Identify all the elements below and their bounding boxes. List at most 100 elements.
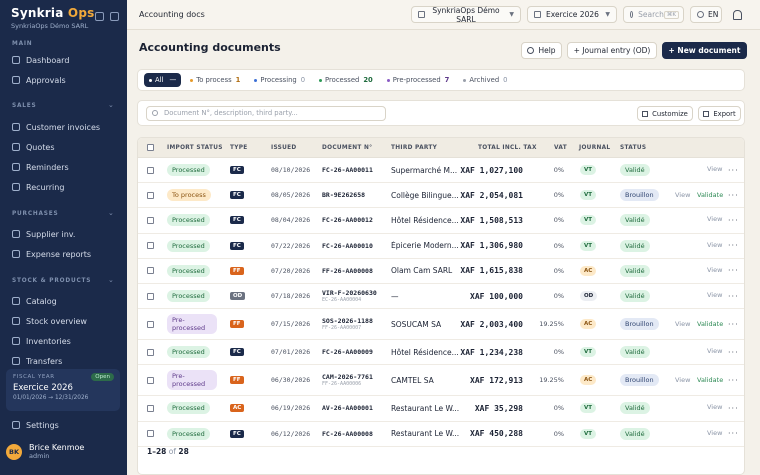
sidebar-section-label[interactable]: SALES	[12, 103, 37, 109]
col-document[interactable]: DOCUMENT N°	[322, 145, 372, 151]
col-issued[interactable]: ISSUED	[271, 145, 297, 151]
more-actions-icon[interactable]: ···	[728, 266, 739, 275]
document-number-cell[interactable]: FC-26-AA00012	[322, 216, 373, 224]
document-number[interactable]: SOS-2026-1188	[322, 317, 373, 325]
more-actions-icon[interactable]: ···	[728, 166, 739, 175]
sidebar-item-recurring[interactable]: Recurring	[0, 178, 127, 196]
tab-processing[interactable]: Processing 0	[249, 73, 310, 87]
more-actions-icon[interactable]: ···	[728, 320, 739, 329]
table-row[interactable]: Processed OD 07/18/2026 VIR-F-20260630 EC-26…	[138, 284, 744, 310]
more-actions-icon[interactable]: ···	[728, 191, 739, 200]
table-row[interactable]: Processed AC 06/19/2026 AV-26-AA00001 Restau…	[138, 396, 744, 422]
sidebar-item-transfers[interactable]: Transfers	[0, 352, 127, 370]
chevron-down-icon[interactable]: ⌄	[108, 276, 114, 284]
table-row[interactable]: Pre-processed FF 07/15/2026 SOS-2026-1188 FF…	[138, 309, 744, 341]
col-vat[interactable]: VAT	[554, 145, 567, 151]
sidebar-item-quotes[interactable]: Quotes	[0, 138, 127, 156]
document-number-cell[interactable]: FC-26-AA00008	[322, 430, 373, 438]
view-link[interactable]: View	[675, 376, 690, 384]
row-checkbox[interactable]	[147, 166, 154, 174]
sidebar-item-reminders[interactable]: Reminders	[0, 158, 127, 176]
more-actions-icon[interactable]: ···	[728, 348, 739, 357]
sidebar-item-customer-invoices[interactable]: Customer invoices	[0, 118, 127, 136]
brand[interactable]: Synkria Ops SynkriaOps Démo SARL	[11, 6, 94, 30]
table-row[interactable]: Processed FC 06/12/2026 FC-26-AA00008 Restau…	[138, 422, 744, 447]
document-number[interactable]: FC-26-AA00010	[322, 242, 373, 250]
document-number[interactable]: FC-26-AA00008	[322, 430, 373, 438]
view-link[interactable]: View	[707, 266, 722, 274]
document-number[interactable]: CAM-2026-7761	[322, 373, 373, 381]
document-number-cell[interactable]: SOS-2026-1188 FF-26-AA00007	[322, 317, 373, 331]
row-checkbox[interactable]	[147, 216, 154, 224]
row-checkbox[interactable]	[147, 242, 154, 250]
sidebar-section-label[interactable]: STOCK & PRODUCTS	[12, 278, 91, 284]
view-link[interactable]: View	[707, 429, 722, 437]
document-number-cell[interactable]: CAM-2026-7761 FF-26-AA00006	[322, 373, 373, 387]
view-link[interactable]: View	[707, 403, 722, 411]
tab-to-process[interactable]: To process 1	[185, 73, 245, 87]
table-row[interactable]: To process FC 08/05/2026 BR-9E262658 Collège…	[138, 183, 744, 209]
global-search[interactable]: Search ⌘K	[623, 6, 684, 23]
fiscal-year-selector[interactable]: Exercice 2026 ▼	[527, 6, 617, 23]
col-import-status[interactable]: IMPORT STATUS	[167, 145, 223, 151]
col-status[interactable]: STATUS	[620, 145, 646, 151]
document-number-cell[interactable]: FC-26-AA00009	[322, 348, 373, 356]
view-link[interactable]: View	[707, 241, 722, 249]
sidebar-item-stock-overview[interactable]: Stock overview	[0, 312, 127, 330]
col-total[interactable]: TOTAL INCL. TAX	[478, 145, 537, 151]
new-document-button[interactable]: + New document	[662, 42, 747, 59]
sidebar-item-expense-reports[interactable]: Expense reports	[0, 245, 127, 263]
validate-link[interactable]: Validate	[697, 376, 723, 384]
journal-entry-button[interactable]: + Journal entry (OD)	[567, 42, 657, 59]
document-number[interactable]: FC-26-AA00012	[322, 216, 373, 224]
tab-archived[interactable]: Archived 0	[458, 73, 512, 87]
row-checkbox[interactable]	[147, 404, 154, 412]
document-number-cell[interactable]: VIR-F-20260630 EC-26-AA00004	[322, 289, 377, 303]
view-link[interactable]: View	[707, 165, 722, 173]
sidebar-item-approvals[interactable]: Approvals	[0, 71, 127, 89]
sidebar-item-inventories[interactable]: Inventories	[0, 332, 127, 350]
row-checkbox[interactable]	[147, 348, 154, 356]
row-checkbox[interactable]	[147, 267, 154, 275]
sidebar-item-supplier-inv[interactable]: Supplier inv.	[0, 225, 127, 243]
table-row[interactable]: Processed FC 07/22/2026 FC-26-AA00010 Épicer…	[138, 234, 744, 259]
chevron-down-icon[interactable]: ⌄	[108, 101, 114, 109]
select-all-checkbox[interactable]	[147, 144, 154, 151]
customize-button[interactable]: Customize	[637, 106, 693, 121]
document-number[interactable]: AV-26-AA00001	[322, 404, 373, 412]
more-actions-icon[interactable]: ···	[728, 429, 739, 438]
document-number[interactable]: FF-26-AA00008	[322, 267, 373, 275]
document-number[interactable]: FC-26-AA00011	[322, 166, 373, 174]
more-actions-icon[interactable]: ···	[728, 404, 739, 413]
row-checkbox[interactable]	[147, 191, 154, 199]
document-number-cell[interactable]: FC-26-AA00011	[322, 166, 373, 174]
view-link[interactable]: View	[675, 320, 690, 328]
export-button[interactable]: Export	[698, 106, 741, 121]
language-selector[interactable]: EN	[690, 6, 722, 23]
row-checkbox[interactable]	[147, 320, 154, 328]
document-number-cell[interactable]: BR-9E262658	[322, 191, 365, 199]
col-journal[interactable]: JOURNAL	[579, 145, 610, 151]
document-number[interactable]: FC-26-AA00009	[322, 348, 373, 356]
more-actions-icon[interactable]: ···	[728, 292, 739, 301]
bell-icon[interactable]	[733, 10, 742, 20]
document-number[interactable]: BR-9E262658	[322, 191, 365, 199]
sidebar-item-settings[interactable]: Settings	[0, 416, 127, 434]
tab-all[interactable]: All —	[144, 73, 182, 87]
table-row[interactable]: Pre-processed FF 06/30/2026 CAM-2026-7761 FF…	[138, 365, 744, 397]
sidebar-section-label[interactable]: PURCHASES	[12, 211, 59, 217]
more-actions-icon[interactable]: ···	[728, 376, 739, 385]
table-row[interactable]: Processed FC 08/10/2026 FC-26-AA00011 Superm…	[138, 158, 744, 184]
document-number[interactable]: VIR-F-20260630	[322, 289, 377, 297]
sidebar-item-catalog[interactable]: Catalog	[0, 292, 127, 310]
history-icon[interactable]	[95, 12, 104, 21]
chevron-down-icon[interactable]: ⌄	[108, 209, 114, 217]
view-link[interactable]: View	[707, 347, 722, 355]
col-type[interactable]: TYPE	[230, 145, 248, 151]
user-profile[interactable]: BK Brice Kenmoe admin	[6, 443, 84, 460]
validate-link[interactable]: Validate	[697, 320, 723, 328]
sidebar-item-dashboard[interactable]: Dashboard	[0, 51, 127, 69]
view-link[interactable]: View	[707, 215, 722, 223]
table-row[interactable]: Processed FC 07/01/2026 FC-26-AA00009 Hôtel …	[138, 340, 744, 366]
document-number-cell[interactable]: AV-26-AA00001	[322, 404, 373, 412]
